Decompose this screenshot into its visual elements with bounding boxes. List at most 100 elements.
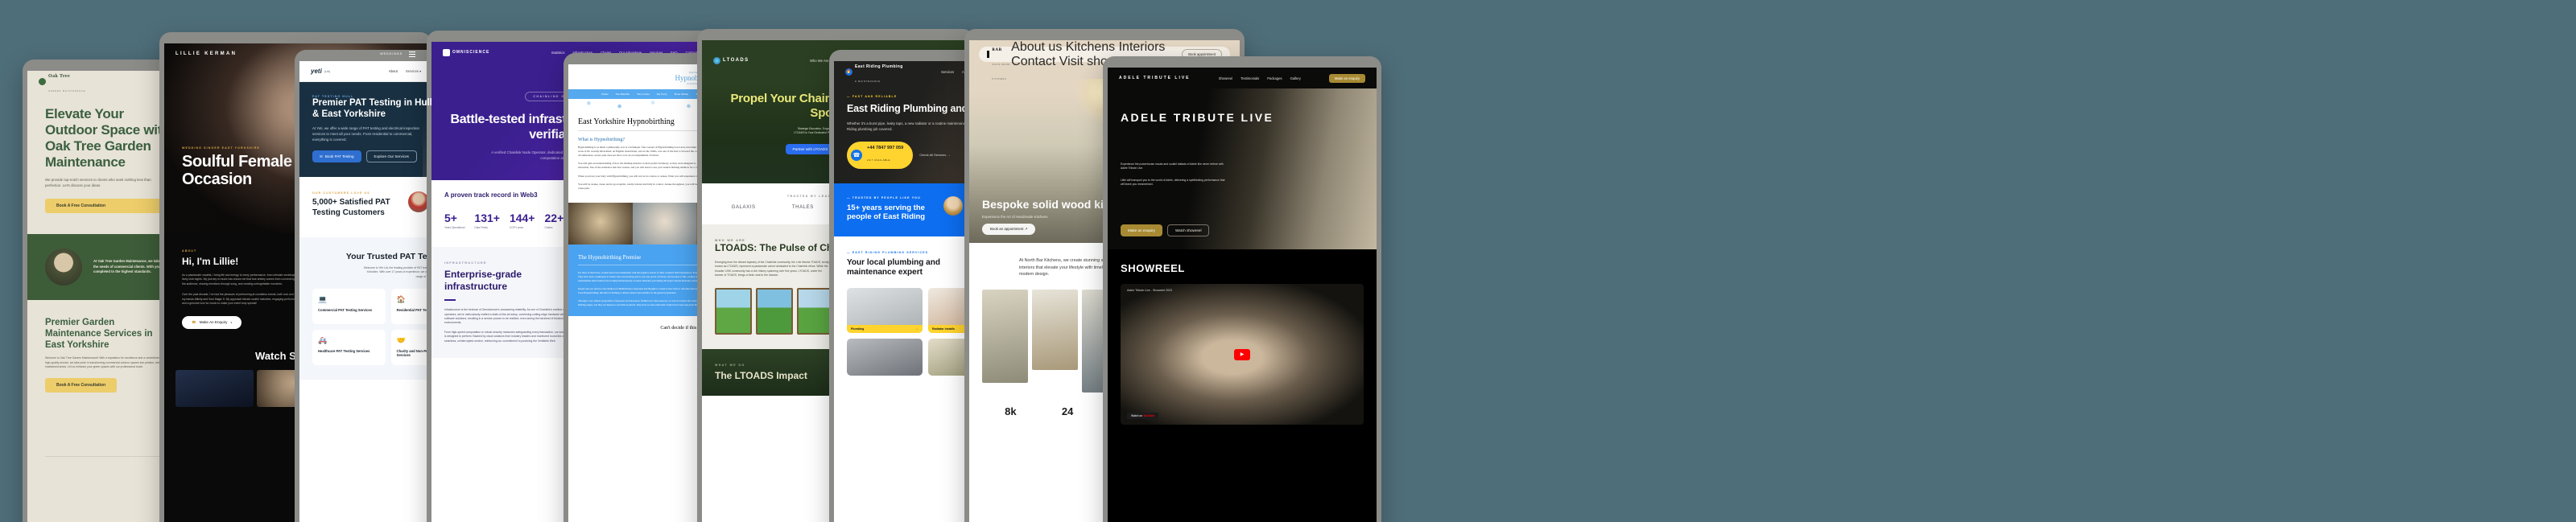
east-riding-blue-title: 15+ years serving the people of East Rid… — [847, 203, 926, 222]
yeti-review-eyebrow: OUR CUSTOMERS LOVE US — [312, 191, 370, 195]
omniscience-stat-label: Years Operational — [444, 226, 465, 230]
flame-icon: 🔥 — [845, 68, 852, 76]
lillie-brand[interactable]: LILLIE KERMAN — [175, 51, 237, 56]
adele-screen: ADELE TRIBUTE LIVE Showreel Testimonials… — [1108, 68, 1377, 522]
cube-logo-icon — [443, 48, 450, 56]
ltoads-partner-button[interactable]: Partner with LTOADS — [785, 143, 836, 154]
ltoads-logo-icon — [713, 56, 720, 64]
ad-nav-gallery[interactable]: Gallery — [1290, 76, 1301, 80]
east-riding-reviewer-avatar — [943, 195, 964, 216]
omniscience-logo[interactable]: OMNISCIENCE — [443, 48, 490, 56]
nft-thumb[interactable] — [796, 287, 834, 335]
medical-bag-icon: 🚑 — [318, 336, 328, 345]
omniscience-nav-statistics[interactable]: Statistics — [551, 51, 565, 55]
yeti-service-cell[interactable]: 🚑 Healthcare PAT Testing Services — [312, 330, 386, 366]
yeti-review-headline: 5,000+ Satisfied PAT Testing Customers — [312, 198, 390, 217]
lillie-about-p1: As a passionate vocalist, I bring life a… — [182, 273, 300, 286]
play-icon[interactable]: ▶ — [1234, 348, 1250, 360]
east-riding-check-services-link[interactable]: Check All Services → — [919, 153, 950, 157]
oak-tree-services-cta[interactable]: Book A Free Consultation — [45, 377, 118, 393]
north-bar-logo-icon — [987, 51, 990, 58]
east-riding-phone-number: +44 7847 997 059 — [867, 145, 904, 150]
north-bar-hero-cta[interactable]: Book an appointment ↗ — [982, 224, 1036, 235]
east-riding-logo[interactable]: 🔥 East Riding Plumbing & MAINTENANCE — [845, 61, 903, 86]
omniscience-stat-value: 22+ — [544, 212, 564, 225]
kitchen-photo[interactable] — [982, 289, 1028, 383]
lillie-enquiry-label: Make An Enquiry — [199, 320, 228, 325]
ltoads-brand: LTOADS — [723, 58, 749, 63]
oak-tree-hero-sub: We provide top-notch services to clients… — [45, 178, 151, 188]
adele-nav-cta[interactable]: Make an enquiry — [1329, 73, 1365, 83]
phone-icon: ☎ — [851, 149, 862, 161]
east-riding-blue-eyebrow: — TRUSTED BY PEOPLE LIKE YOU — [847, 195, 921, 199]
adele-watch-on-youtube[interactable]: Watch on YouTube — [1127, 413, 1159, 419]
yeti-hero-sub: At Yeti, we offer a wide range of PAT te… — [312, 125, 419, 142]
east-riding-local-title: Your local plumbing and maintenance expe… — [847, 257, 940, 277]
north-bar-brand: NORTH BAR — [992, 47, 1002, 52]
er-nav-services[interactable]: Services — [941, 70, 954, 74]
ad-nav-packages[interactable]: Packages — [1267, 76, 1282, 80]
east-riding-service-tile[interactable]: Plumbing → — [847, 287, 923, 333]
chevron-down-icon: ▾ — [419, 69, 422, 73]
lillie-enquiry-button[interactable]: ☎ Make An Enquiry ▾ — [182, 315, 242, 329]
north-bar-stat-value: 24 — [1061, 405, 1074, 417]
hb-nav-benefits[interactable]: The Benefits — [616, 92, 630, 96]
hb-nav-story[interactable]: My Story — [657, 92, 667, 96]
omniscience-stat-value: 131+ — [474, 212, 500, 225]
nft-thumb[interactable] — [755, 287, 793, 335]
hamburger-icon[interactable] — [409, 47, 415, 61]
phone-icon: ☎ — [192, 319, 196, 324]
adele-enquiry-button[interactable]: Make an enquiry — [1121, 224, 1162, 236]
arrow-right-icon: → — [915, 327, 919, 331]
partner-logo-galaxis: GALAXIS — [731, 204, 756, 210]
ad-nav-showreel[interactable]: Showreel — [1219, 76, 1232, 80]
omniscience-stat: 22+ Chains — [545, 212, 564, 229]
east-riding-phone-button[interactable]: ☎ +44 7847 997 059 24/7 AVAILABLE — [847, 141, 914, 169]
ltoads-who-col1: Emerging from the vibrant tapestry of th… — [715, 260, 829, 277]
lillie-nav-weddings[interactable]: WEDDINGS — [380, 52, 402, 55]
east-riding-service-tile[interactable] — [847, 338, 923, 376]
adele-brand[interactable]: ADELE TRIBUTE LIVE — [1119, 76, 1191, 80]
adele-player-title: Adele Tribute Live - Showreel 2023 — [1127, 289, 1172, 292]
adele-hero-p1: Experience the powerhouse vocals and sou… — [1121, 162, 1224, 171]
east-riding-brand-sub: & MAINTENANCE — [855, 80, 881, 83]
yeti-book-button[interactable]: ✉ Book PAT Testing — [312, 150, 361, 163]
east-riding-phone-sub: 24/7 AVAILABLE — [867, 158, 891, 162]
hb-nav-book[interactable]: Book Online — [675, 92, 688, 96]
adele-nav-links: Showreel Testimonials Packages Gallery — [1219, 76, 1301, 80]
yeti-service-cell[interactable]: 💻 Commercial PAT Testing Services — [312, 289, 386, 325]
nb-nav-about[interactable]: About us — [1011, 40, 1062, 54]
yeti-nav-about[interactable]: About — [389, 69, 398, 73]
hb-nav-home[interactable]: Home — [601, 92, 608, 96]
envelope-icon: ✉ — [320, 154, 323, 158]
nb-nav-kitchens[interactable]: Kitchens — [1066, 40, 1115, 54]
nb-nav-contact[interactable]: Contact — [1011, 55, 1055, 68]
ltoads-nav-who[interactable]: Who We Are — [810, 59, 828, 63]
yeti-nav-services[interactable]: Services ▾ — [406, 69, 421, 73]
tile-label: Plumbing — [851, 327, 865, 331]
hb-nav-course[interactable]: The Course — [637, 92, 650, 96]
adele-watch-showreel-button[interactable]: Watch showreel — [1166, 224, 1210, 236]
yeti-explore-button[interactable]: Explore Our Services — [365, 150, 417, 163]
north-bar-logo[interactable]: NORTH BAR SOLID WOOD KITCHENS — [987, 40, 1011, 84]
oak-tree-services-body: Welcome to Oak Tree Garden Maintenance! … — [45, 356, 164, 369]
yeti-logo[interactable]: yeti (Ltd) — [311, 68, 330, 75]
yeti-service-label: Healthcare PAT Testing Services — [318, 349, 370, 354]
kitchen-photo[interactable] — [1031, 289, 1078, 370]
nb-nav-interiors[interactable]: Interiors — [1119, 40, 1166, 54]
adele-showreel-section: SHOWREEL Adele Tribute Live - Showreel 2… — [1108, 249, 1377, 438]
omniscience-stat: 131+ Data Feeds — [474, 212, 500, 229]
nft-thumb[interactable] — [715, 287, 752, 335]
lillie-showreel-thumb[interactable] — [175, 369, 254, 407]
site-card-adele-tribute-live[interactable]: ADELE TRIBUTE LIVE Showreel Testimonials… — [1103, 56, 1381, 522]
adele-video-player[interactable]: Adele Tribute Live - Showreel 2023 ▶ Wat… — [1121, 284, 1364, 425]
adele-showreel-title: SHOWREEL — [1121, 262, 1185, 274]
north-bar-brand-sub: SOLID WOOD KITCHENS — [992, 63, 1010, 80]
omniscience-brand: OMNISCIENCE — [452, 50, 490, 55]
omniscience-stat: 5+ Years Operational — [444, 212, 464, 229]
screenshot-collage: Oak Tree GARDEN MAINTENANCE Call Us Toda… — [0, 0, 2576, 522]
ad-nav-testimonials[interactable]: Testimonials — [1241, 76, 1259, 80]
omniscience-stat-label: CCIP Lanes — [509, 226, 524, 230]
ltoads-logo[interactable]: LTOADS — [713, 56, 749, 64]
chevron-down-icon: ▾ — [230, 320, 232, 324]
